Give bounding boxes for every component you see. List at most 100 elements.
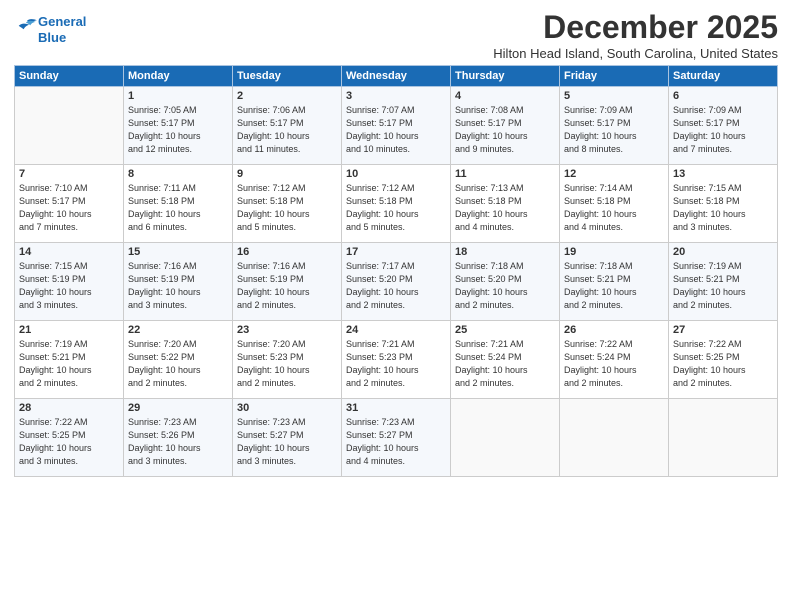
day-info: Sunrise: 7:22 AM Sunset: 5:25 PM Dayligh…: [673, 338, 773, 390]
day-info: Sunrise: 7:18 AM Sunset: 5:20 PM Dayligh…: [455, 260, 555, 312]
day-number: 28: [19, 402, 119, 414]
day-info: Sunrise: 7:17 AM Sunset: 5:20 PM Dayligh…: [346, 260, 446, 312]
day-number: 18: [455, 246, 555, 258]
cell-w4-d7: 27 Sunrise: 7:22 AM Sunset: 5:25 PM Dayli…: [669, 321, 778, 399]
month-title: December 2025: [493, 10, 778, 45]
day-info: Sunrise: 7:18 AM Sunset: 5:21 PM Dayligh…: [564, 260, 664, 312]
week-row-4: 21 Sunrise: 7:19 AM Sunset: 5:21 PM Dayli…: [15, 321, 778, 399]
day-number: 17: [346, 246, 446, 258]
day-number: 7: [19, 168, 119, 180]
subtitle: Hilton Head Island, South Carolina, Unit…: [493, 46, 778, 61]
cell-w2-d4: 10 Sunrise: 7:12 AM Sunset: 5:18 PM Dayli…: [342, 165, 451, 243]
day-info: Sunrise: 7:13 AM Sunset: 5:18 PM Dayligh…: [455, 182, 555, 234]
week-row-1: 1 Sunrise: 7:05 AM Sunset: 5:17 PM Daylig…: [15, 87, 778, 165]
cell-w4-d1: 21 Sunrise: 7:19 AM Sunset: 5:21 PM Dayli…: [15, 321, 124, 399]
day-number: 13: [673, 168, 773, 180]
logo: General Blue: [14, 14, 86, 45]
day-number: 4: [455, 90, 555, 102]
day-number: 15: [128, 246, 228, 258]
day-number: 29: [128, 402, 228, 414]
day-info: Sunrise: 7:05 AM Sunset: 5:17 PM Dayligh…: [128, 104, 228, 156]
day-number: 2: [237, 90, 337, 102]
day-number: 14: [19, 246, 119, 258]
week-row-3: 14 Sunrise: 7:15 AM Sunset: 5:19 PM Dayli…: [15, 243, 778, 321]
day-info: Sunrise: 7:20 AM Sunset: 5:23 PM Dayligh…: [237, 338, 337, 390]
cell-w5-d6: [560, 399, 669, 477]
week-row-5: 28 Sunrise: 7:22 AM Sunset: 5:25 PM Dayli…: [15, 399, 778, 477]
cell-w4-d4: 24 Sunrise: 7:21 AM Sunset: 5:23 PM Dayli…: [342, 321, 451, 399]
logo-text-line1: General: [38, 14, 86, 30]
day-number: 3: [346, 90, 446, 102]
day-number: 12: [564, 168, 664, 180]
cell-w5-d2: 29Sunrise: 7:23 AM Sunset: 5:26 PM Dayli…: [124, 399, 233, 477]
day-number: 1: [128, 90, 228, 102]
cell-w2-d2: 8 Sunrise: 7:11 AM Sunset: 5:18 PM Daylig…: [124, 165, 233, 243]
day-number: 19: [564, 246, 664, 258]
day-number: 23: [237, 324, 337, 336]
day-info: Sunrise: 7:12 AM Sunset: 5:18 PM Dayligh…: [237, 182, 337, 234]
cell-w3-d7: 20 Sunrise: 7:19 AM Sunset: 5:21 PM Dayli…: [669, 243, 778, 321]
day-info: Sunrise: 7:23 AM Sunset: 5:27 PM Dayligh…: [237, 416, 337, 468]
day-info: Sunrise: 7:16 AM Sunset: 5:19 PM Dayligh…: [128, 260, 228, 312]
cell-w4-d6: 26Sunrise: 7:22 AM Sunset: 5:24 PM Dayli…: [560, 321, 669, 399]
cell-w4-d2: 22Sunrise: 7:20 AM Sunset: 5:22 PM Dayli…: [124, 321, 233, 399]
day-info: Sunrise: 7:11 AM Sunset: 5:18 PM Dayligh…: [128, 182, 228, 234]
cell-w2-d7: 13Sunrise: 7:15 AM Sunset: 5:18 PM Dayli…: [669, 165, 778, 243]
cell-w1-d4: 3 Sunrise: 7:07 AM Sunset: 5:17 PM Daylig…: [342, 87, 451, 165]
day-number: 10: [346, 168, 446, 180]
day-number: 8: [128, 168, 228, 180]
day-info: Sunrise: 7:06 AM Sunset: 5:17 PM Dayligh…: [237, 104, 337, 156]
col-tuesday: Tuesday: [233, 66, 342, 87]
day-number: 21: [19, 324, 119, 336]
day-info: Sunrise: 7:14 AM Sunset: 5:18 PM Dayligh…: [564, 182, 664, 234]
cell-w5-d4: 31Sunrise: 7:23 AM Sunset: 5:27 PM Dayli…: [342, 399, 451, 477]
header-row: Sunday Monday Tuesday Wednesday Thursday…: [15, 66, 778, 87]
day-info: Sunrise: 7:23 AM Sunset: 5:27 PM Dayligh…: [346, 416, 446, 468]
day-number: 24: [346, 324, 446, 336]
cell-w3-d2: 15 Sunrise: 7:16 AM Sunset: 5:19 PM Dayli…: [124, 243, 233, 321]
day-info: Sunrise: 7:10 AM Sunset: 5:17 PM Dayligh…: [19, 182, 119, 234]
day-info: Sunrise: 7:21 AM Sunset: 5:23 PM Dayligh…: [346, 338, 446, 390]
cell-w5-d5: [451, 399, 560, 477]
day-info: Sunrise: 7:07 AM Sunset: 5:17 PM Dayligh…: [346, 104, 446, 156]
day-number: 16: [237, 246, 337, 258]
page: General Blue December 2025 Hilton Head I…: [0, 0, 792, 612]
day-info: Sunrise: 7:19 AM Sunset: 5:21 PM Dayligh…: [19, 338, 119, 390]
day-number: 5: [564, 90, 664, 102]
day-info: Sunrise: 7:21 AM Sunset: 5:24 PM Dayligh…: [455, 338, 555, 390]
day-info: Sunrise: 7:16 AM Sunset: 5:19 PM Dayligh…: [237, 260, 337, 312]
col-thursday: Thursday: [451, 66, 560, 87]
day-info: Sunrise: 7:08 AM Sunset: 5:17 PM Dayligh…: [455, 104, 555, 156]
day-number: 30: [237, 402, 337, 414]
header: General Blue December 2025 Hilton Head I…: [14, 10, 778, 61]
cell-w4-d3: 23 Sunrise: 7:20 AM Sunset: 5:23 PM Dayli…: [233, 321, 342, 399]
day-number: 25: [455, 324, 555, 336]
cell-w3-d1: 14 Sunrise: 7:15 AM Sunset: 5:19 PM Dayli…: [15, 243, 124, 321]
cell-w2-d6: 12 Sunrise: 7:14 AM Sunset: 5:18 PM Dayli…: [560, 165, 669, 243]
cell-w4-d5: 25 Sunrise: 7:21 AM Sunset: 5:24 PM Dayli…: [451, 321, 560, 399]
cell-w5-d7: [669, 399, 778, 477]
day-number: 6: [673, 90, 773, 102]
cell-w1-d5: 4 Sunrise: 7:08 AM Sunset: 5:17 PM Daylig…: [451, 87, 560, 165]
cell-w2-d3: 9Sunrise: 7:12 AM Sunset: 5:18 PM Daylig…: [233, 165, 342, 243]
cell-w1-d6: 5 Sunrise: 7:09 AM Sunset: 5:17 PM Daylig…: [560, 87, 669, 165]
day-info: Sunrise: 7:12 AM Sunset: 5:18 PM Dayligh…: [346, 182, 446, 234]
day-number: 20: [673, 246, 773, 258]
day-info: Sunrise: 7:09 AM Sunset: 5:17 PM Dayligh…: [564, 104, 664, 156]
day-info: Sunrise: 7:20 AM Sunset: 5:22 PM Dayligh…: [128, 338, 228, 390]
day-number: 27: [673, 324, 773, 336]
day-info: Sunrise: 7:15 AM Sunset: 5:19 PM Dayligh…: [19, 260, 119, 312]
cell-w1-d1: [15, 87, 124, 165]
day-info: Sunrise: 7:22 AM Sunset: 5:25 PM Dayligh…: [19, 416, 119, 468]
cell-w3-d6: 19 Sunrise: 7:18 AM Sunset: 5:21 PM Dayli…: [560, 243, 669, 321]
day-info: Sunrise: 7:19 AM Sunset: 5:21 PM Dayligh…: [673, 260, 773, 312]
col-saturday: Saturday: [669, 66, 778, 87]
day-info: Sunrise: 7:09 AM Sunset: 5:17 PM Dayligh…: [673, 104, 773, 156]
logo-icon: [16, 18, 38, 36]
cell-w3-d4: 17 Sunrise: 7:17 AM Sunset: 5:20 PM Dayli…: [342, 243, 451, 321]
title-block: December 2025 Hilton Head Island, South …: [493, 10, 778, 61]
day-number: 11: [455, 168, 555, 180]
cell-w3-d5: 18 Sunrise: 7:18 AM Sunset: 5:20 PM Dayli…: [451, 243, 560, 321]
day-number: 26: [564, 324, 664, 336]
cell-w1-d7: 6 Sunrise: 7:09 AM Sunset: 5:17 PM Daylig…: [669, 87, 778, 165]
